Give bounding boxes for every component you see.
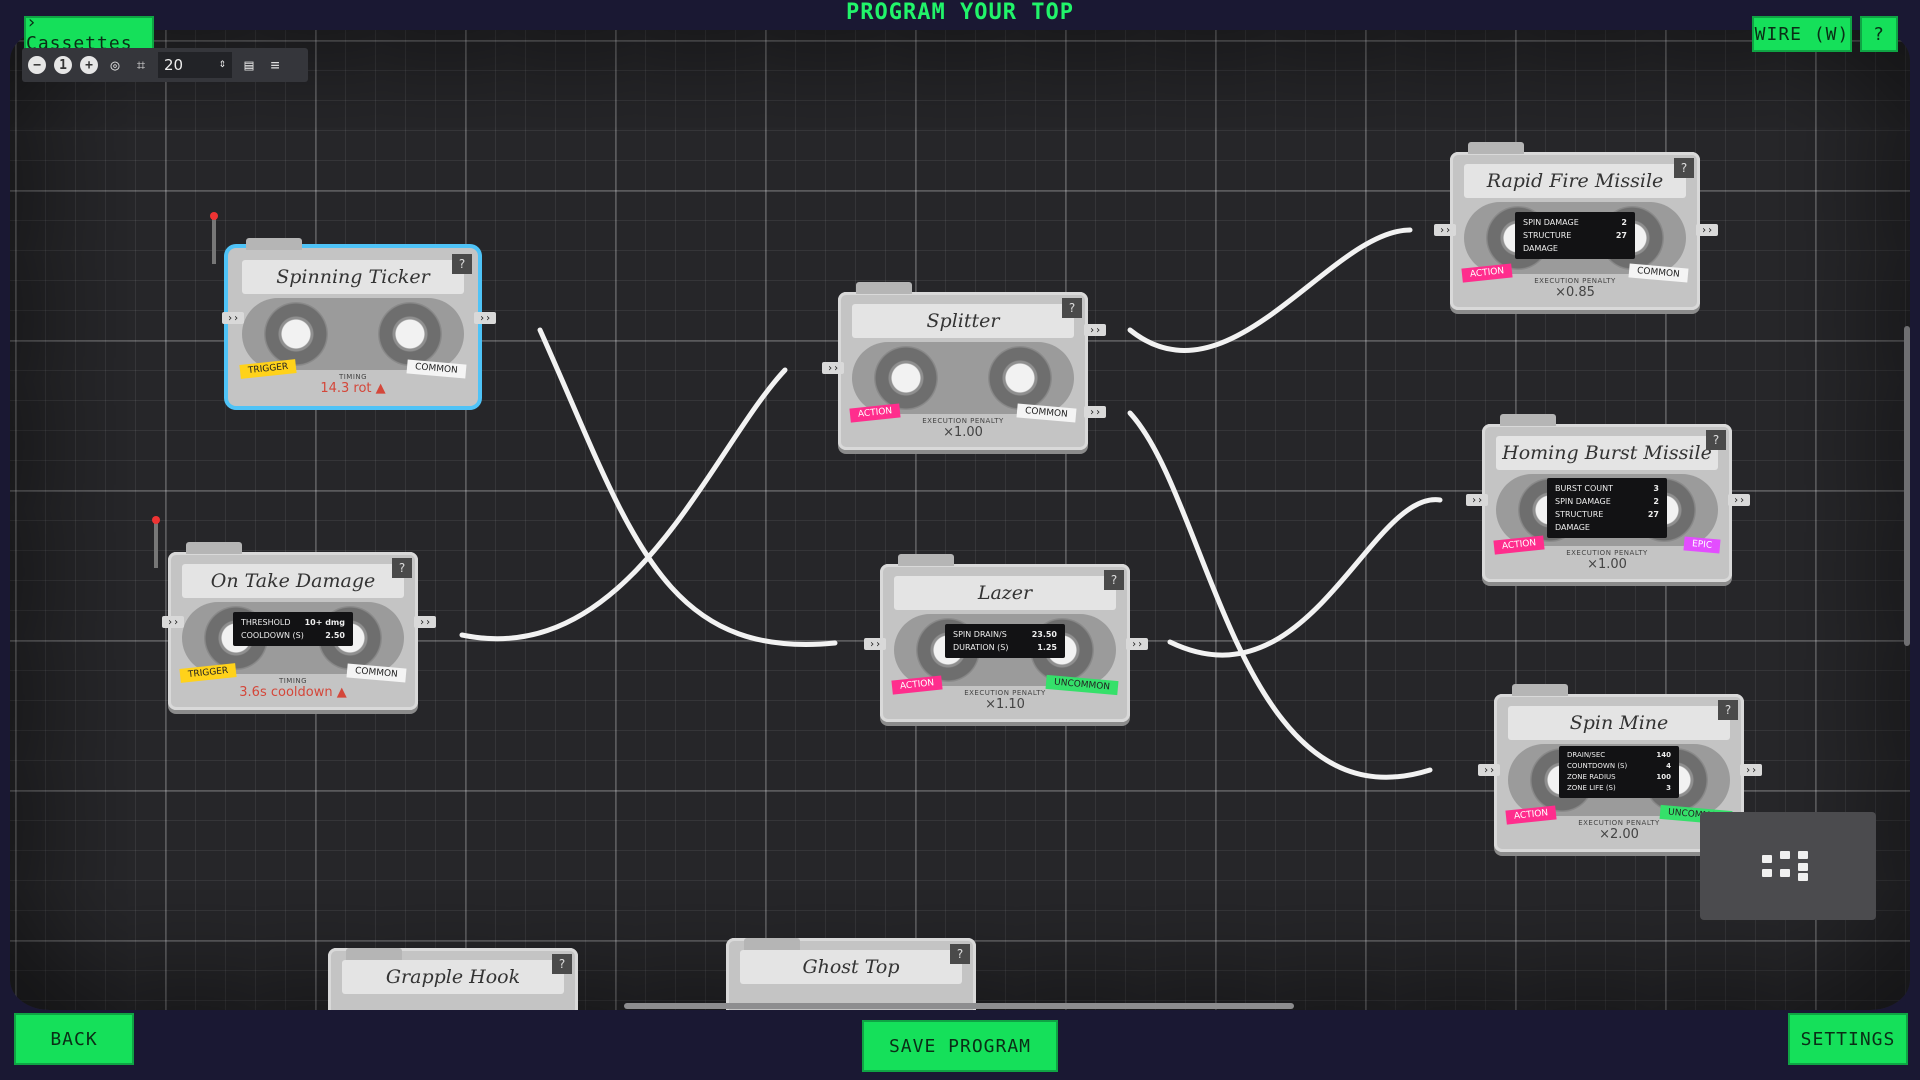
cassette-homing-burst-missile[interactable]: Homing Burst Missile ? BURST COUNT 3 SPIN… — [1466, 414, 1750, 582]
reel-icon — [874, 346, 938, 410]
stat-caption: EXECUTION PENALTY — [1566, 549, 1648, 557]
stats-panel: DRAIN/SEC 140 COUNTDOWN (S) 4 ZONE RADIUS 1… — [1559, 746, 1679, 798]
input-port[interactable]: ›› — [864, 638, 886, 650]
stats-panel: SPIN DAMAGE 2 STRUCTURE DAMAGE 27 — [1515, 212, 1635, 259]
help-button[interactable]: ? — [1860, 16, 1898, 52]
cassette-name: Spinning Ticker — [276, 266, 430, 288]
antenna — [152, 516, 160, 568]
cassette-name: Splitter — [926, 310, 1000, 332]
cassette-name: Spin Mine — [1569, 712, 1669, 734]
vertical-scrollbar[interactable] — [1904, 326, 1910, 646]
minimap[interactable] — [1700, 812, 1876, 920]
output-port[interactable]: ›› — [414, 616, 436, 628]
cassette-name: Homing Burst Missile — [1502, 442, 1712, 464]
input-port[interactable]: ›› — [1466, 494, 1488, 506]
zoom-out-icon[interactable]: − — [28, 56, 46, 74]
reel-icon — [264, 302, 328, 366]
cassette-grapple-hook[interactable]: Grapple Hook ? — [328, 948, 578, 1010]
input-port[interactable]: ›› — [1434, 224, 1456, 236]
back-button[interactable]: BACK — [14, 1013, 134, 1065]
stat-value: ×1.00 — [1587, 557, 1627, 572]
settings-button[interactable]: SETTINGS — [1788, 1013, 1908, 1065]
cassette-rapid-fire-missile[interactable]: Rapid Fire Missile ? SPIN DAMAGE 2 STRUCT… — [1434, 142, 1718, 310]
stats-panel: THRESHOLD 10+ dmg COOLDOWN (S) 2.50 — [233, 612, 353, 646]
wire-button[interactable]: WIRE (W) — [1752, 16, 1852, 52]
stat-caption: EXECUTION PENALTY — [922, 417, 1004, 425]
output-port[interactable]: ›› — [1126, 638, 1148, 650]
stat-caption: TIMING — [278, 677, 308, 685]
wire — [537, 327, 838, 647]
input-port[interactable]: ›› — [822, 362, 844, 374]
reel-icon — [988, 346, 1052, 410]
cassette-lazer[interactable]: Lazer ? SPIN DRAIN/S 23.50 DURATION (S) 1.… — [864, 554, 1148, 722]
cassette-on-take-damage[interactable]: On Take Damage ? THRESHOLD 10+ dmg COOLDO… — [152, 516, 436, 710]
stat-value: ×0.85 — [1555, 285, 1595, 300]
save-program-button[interactable]: SAVE PROGRAM — [862, 1020, 1058, 1072]
output-port[interactable]: ›› — [1728, 494, 1750, 506]
page-title: PROGRAM YOUR TOP — [846, 0, 1074, 25]
help-icon[interactable]: ? — [1706, 430, 1726, 450]
reset-zoom-icon[interactable]: 1 — [54, 56, 72, 74]
cassettes-button[interactable]: › Cassettes — [24, 12, 154, 54]
output-port[interactable]: ›› — [1084, 406, 1106, 418]
stats-panel: SPIN DRAIN/S 23.50 DURATION (S) 1.25 — [945, 624, 1065, 658]
input-port[interactable]: ›› — [222, 312, 244, 324]
zoom-input[interactable]: 20 ⇕ — [158, 52, 232, 78]
help-icon[interactable]: ? — [1062, 298, 1082, 318]
wire — [1127, 410, 1433, 780]
database-icon[interactable]: ▤ — [240, 56, 258, 74]
reel-icon — [378, 302, 442, 366]
cassette-name: Lazer — [977, 582, 1033, 604]
stepper-icon[interactable]: ⇕ — [218, 60, 226, 70]
program-canvas[interactable]: Spinning Ticker ? TRIGGER COMMON TIMING 1… — [10, 30, 1910, 1010]
help-icon[interactable]: ? — [950, 944, 970, 964]
stat-caption: TIMING — [338, 373, 368, 381]
help-icon[interactable]: ? — [1674, 158, 1694, 178]
output-port[interactable]: ›› — [1084, 324, 1106, 336]
stack-icon[interactable]: ≡ — [266, 56, 284, 74]
hide-icon[interactable]: ◎ — [106, 56, 124, 74]
input-port[interactable]: ›› — [162, 616, 184, 628]
zoom-in-icon[interactable]: + — [80, 56, 98, 74]
help-icon[interactable]: ? — [392, 558, 412, 578]
help-icon[interactable]: ? — [452, 254, 472, 274]
cassette-name: Rapid Fire Missile — [1486, 170, 1664, 192]
stat-caption: EXECUTION PENALTY — [1534, 277, 1616, 285]
stats-panel: BURST COUNT 3 SPIN DAMAGE 2 STRUCTURE DAMA… — [1547, 478, 1667, 538]
stat-value: 14.3 rot ▲ — [320, 381, 386, 396]
help-icon[interactable]: ? — [1718, 700, 1738, 720]
output-port[interactable]: ›› — [1740, 764, 1762, 776]
output-port[interactable]: ›› — [1696, 224, 1718, 236]
cassette-name: Ghost Top — [802, 956, 900, 978]
input-port[interactable]: ›› — [1478, 764, 1500, 776]
minimap-icon — [1762, 851, 1808, 881]
wire — [1127, 227, 1413, 353]
output-port[interactable]: ›› — [474, 312, 496, 324]
wire — [459, 367, 788, 642]
cassette-spinning-ticker[interactable]: Spinning Ticker ? TRIGGER COMMON TIMING 1… — [210, 212, 496, 406]
stat-value: ×1.00 — [943, 425, 983, 440]
grid-snap-icon[interactable]: ⌗ — [132, 56, 150, 74]
stat-value: 3.6s cooldown ▲ — [239, 685, 347, 700]
horizontal-scrollbar[interactable] — [624, 1003, 1294, 1009]
stat-value: ×1.10 — [985, 697, 1025, 712]
antenna — [210, 212, 218, 264]
stat-caption: EXECUTION PENALTY — [964, 689, 1046, 697]
cassette-splitter[interactable]: Splitter ? ACTION COMMON EXECUTION PENAL… — [822, 282, 1106, 450]
help-icon[interactable]: ? — [1104, 570, 1124, 590]
help-icon[interactable]: ? — [552, 954, 572, 974]
toolbar: − 1 + ◎ ⌗ 20 ⇕ ▤ ≡ — [22, 48, 308, 82]
cassette-name: On Take Damage — [210, 570, 376, 592]
cassette-ghost-top[interactable]: Ghost Top ? — [726, 938, 976, 1010]
cassette-name: Grapple Hook — [385, 966, 521, 988]
